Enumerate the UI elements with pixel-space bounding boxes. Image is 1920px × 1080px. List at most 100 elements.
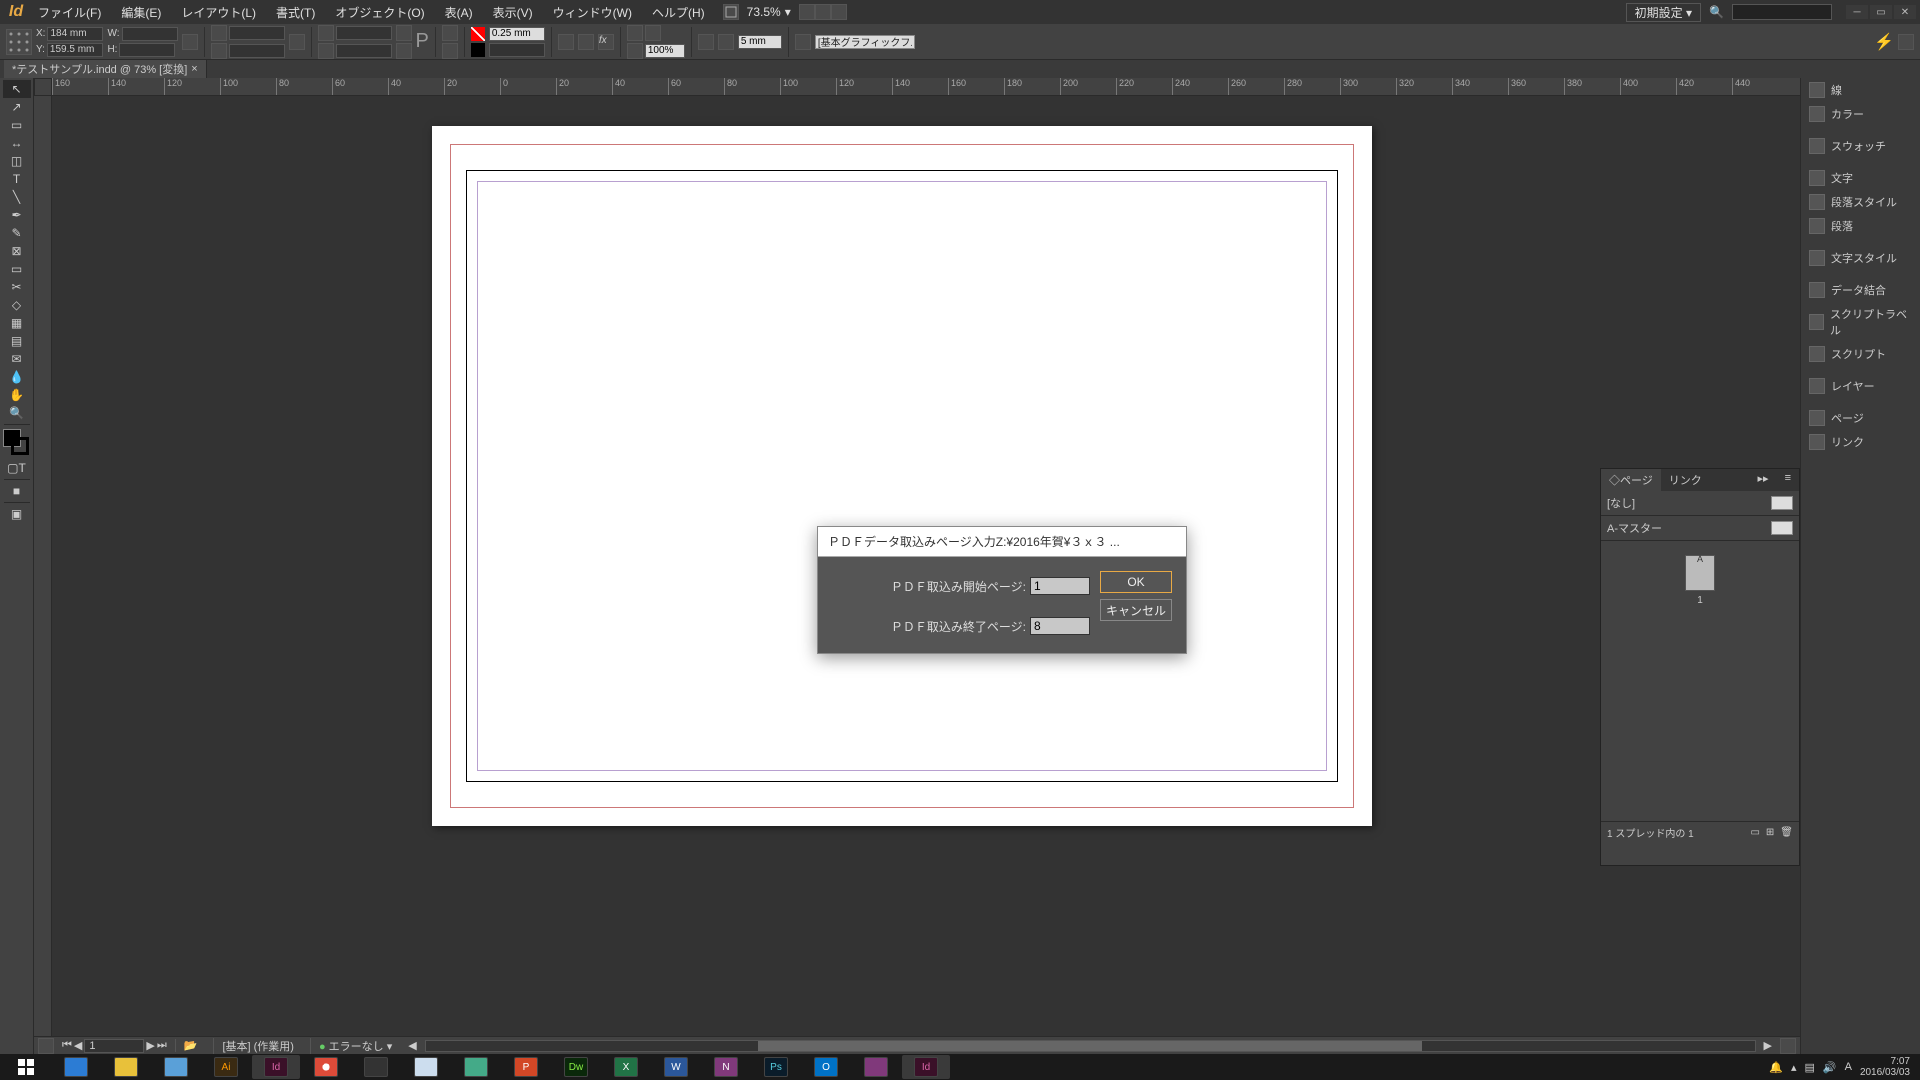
panel-menu-icon[interactable]	[1898, 34, 1914, 50]
reference-point-icon[interactable]	[6, 29, 32, 55]
taskbar-chrome[interactable]	[302, 1055, 350, 1079]
panel-layers[interactable]: レイヤー	[1801, 374, 1920, 398]
frame-fit-b-icon[interactable]	[645, 25, 661, 41]
gap-tool[interactable]: ↔	[3, 134, 31, 152]
content-collector-tool[interactable]: ◫	[3, 152, 31, 170]
width-input[interactable]	[122, 27, 178, 41]
panel-collapse-icon[interactable]: ▸▸	[1750, 469, 1777, 491]
frame-fit-a-icon[interactable]	[627, 25, 643, 41]
taskbar-app2[interactable]	[352, 1055, 400, 1079]
select-content-icon[interactable]	[578, 34, 594, 50]
cancel-button[interactable]: キャンセル	[1100, 599, 1172, 621]
free-transform-tool[interactable]: ◇	[3, 296, 31, 314]
next-page-icon[interactable]: ▶	[146, 1039, 154, 1052]
frame-fit-c-icon[interactable]	[627, 43, 643, 59]
tray-volume-icon[interactable]: 🔊	[1823, 1061, 1837, 1074]
ok-button[interactable]: OK	[1100, 571, 1172, 593]
preflight-status[interactable]: ● エラーなし ▾	[310, 1038, 400, 1054]
panel-script-label[interactable]: スクリプトラベル	[1801, 302, 1920, 342]
screen-mode-icon[interactable]	[815, 4, 831, 20]
links-tab[interactable]: リンク	[1661, 469, 1710, 491]
taskbar-dreamweaver[interactable]: Dw	[552, 1055, 600, 1079]
bridge-icon[interactable]	[723, 4, 739, 20]
panel-color[interactable]: カラー	[1801, 102, 1920, 126]
tray-up-icon[interactable]: ▴	[1791, 1061, 1797, 1074]
taskbar-indesign2[interactable]: Id	[902, 1055, 950, 1079]
taskbar-illustrator[interactable]: Ai	[202, 1055, 250, 1079]
scale-x-input[interactable]	[229, 26, 285, 40]
panel-scripts[interactable]: スクリプト	[1801, 342, 1920, 366]
rotate-ccw-icon[interactable]	[396, 43, 412, 59]
taskbar-app3[interactable]	[452, 1055, 500, 1079]
menu-object[interactable]: オブジェクト(O)	[325, 4, 434, 21]
hand-tool[interactable]: ✋	[3, 386, 31, 404]
panel-links[interactable]: リンク	[1801, 430, 1920, 454]
pen-tool[interactable]: ✒	[3, 206, 31, 224]
document-tab[interactable]: *テストサンプル.indd @ 73% [変換] ×	[4, 60, 207, 78]
shear-input[interactable]	[336, 44, 392, 58]
gradient-feather-tool[interactable]: ▤	[3, 332, 31, 350]
new-page-icon[interactable]: ⊞	[1766, 827, 1774, 838]
arrange-docs-icon[interactable]	[831, 4, 847, 20]
taskbar-onenote[interactable]: N	[702, 1055, 750, 1079]
scroll-left-icon[interactable]: ◀	[408, 1039, 416, 1052]
panel-stroke[interactable]: 線	[1801, 78, 1920, 102]
taskbar-ie[interactable]	[52, 1055, 100, 1079]
link-scale-icon[interactable]	[289, 34, 305, 50]
close-tab-icon[interactable]: ×	[191, 63, 197, 75]
page-1-thumb[interactable]: A	[1685, 555, 1715, 591]
wrap-none-icon[interactable]	[698, 34, 714, 50]
delete-page-icon[interactable]: 🗑	[1780, 827, 1793, 838]
x-position-input[interactable]	[47, 27, 103, 41]
panel-swatches[interactable]: スウォッチ	[1801, 134, 1920, 158]
menu-file[interactable]: ファイル(F)	[28, 4, 111, 21]
rectangle-frame-tool[interactable]: ⊠	[3, 242, 31, 260]
panel-paragraph[interactable]: 段落	[1801, 214, 1920, 238]
panel-menu-icon[interactable]: ≡	[1777, 469, 1799, 491]
height-input[interactable]	[119, 43, 175, 57]
last-page-icon[interactable]: ⏭	[157, 1039, 167, 1052]
rectangle-tool[interactable]: ▭	[3, 260, 31, 278]
tray-clock[interactable]: 7:07 2016/03/03	[1860, 1056, 1910, 1078]
constrain-proportions-icon[interactable]	[182, 34, 198, 50]
master-none-row[interactable]: [なし]	[1601, 491, 1799, 516]
line-tool[interactable]: ╲	[3, 188, 31, 206]
formatting-container-icon[interactable]: ▢T	[3, 459, 31, 477]
current-page-input[interactable]	[84, 1039, 144, 1053]
panel-data-merge[interactable]: データ結合	[1801, 278, 1920, 302]
rotate-input[interactable]	[336, 26, 392, 40]
panel-character-styles[interactable]: 文字スタイル	[1801, 246, 1920, 270]
panel-pages[interactable]: ページ	[1801, 406, 1920, 430]
taskbar-photoshop[interactable]: Ps	[752, 1055, 800, 1079]
zoom-level[interactable]: 73.5% ▾	[739, 5, 799, 19]
minimize-button[interactable]: ─	[1846, 5, 1868, 19]
maximize-button[interactable]: ▭	[1870, 5, 1892, 19]
type-tool[interactable]: T	[3, 170, 31, 188]
taskbar-excel[interactable]: X	[602, 1055, 650, 1079]
workspace-switcher[interactable]: 初期設定 ▾	[1626, 3, 1701, 22]
pencil-tool[interactable]: ✎	[3, 224, 31, 242]
y-position-input[interactable]	[47, 43, 103, 57]
scissors-tool[interactable]: ✂	[3, 278, 31, 296]
search-input[interactable]	[1732, 4, 1832, 20]
note-tool[interactable]: ✉	[3, 350, 31, 368]
fill-stroke-proxy[interactable]	[3, 429, 31, 457]
edit-page-size-icon[interactable]: ▭	[1750, 827, 1759, 838]
split-view-icon[interactable]	[1780, 1038, 1796, 1054]
taskbar-onenote2[interactable]	[852, 1055, 900, 1079]
quick-apply-icon[interactable]: ⚡	[1874, 32, 1894, 52]
taskbar-outlook[interactable]: O	[802, 1055, 850, 1079]
pages-tab[interactable]: ◇ページ	[1601, 469, 1661, 491]
open-doc-icon[interactable]: 📂	[175, 1039, 206, 1052]
taskbar-explorer[interactable]	[102, 1055, 150, 1079]
menu-edit[interactable]: 編集(E)	[111, 4, 171, 21]
end-page-input[interactable]	[1030, 617, 1090, 635]
apply-color-icon[interactable]: ■	[3, 482, 31, 500]
stroke-color-icon[interactable]	[11, 437, 29, 455]
fx-icon[interactable]: fx	[598, 34, 614, 50]
prev-page-icon[interactable]: ◀	[74, 1039, 82, 1052]
menu-layout[interactable]: レイアウト(L)	[171, 4, 266, 21]
close-button[interactable]: ✕	[1894, 5, 1916, 19]
tray-action-center-icon[interactable]: ▤	[1804, 1061, 1814, 1074]
start-page-input[interactable]	[1030, 577, 1090, 595]
